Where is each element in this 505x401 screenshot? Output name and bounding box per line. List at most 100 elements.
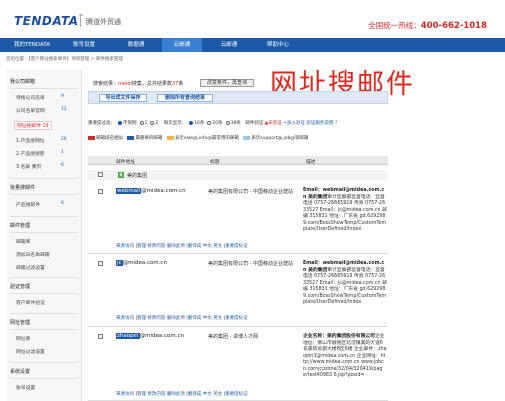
sidebar-item-mail-filter[interactable]: 邮箱过滤设置: [16, 264, 45, 271]
translate-zh-link[interactable]: 中文: [203, 316, 212, 321]
legend-swatch-blue: [127, 135, 135, 140]
row-actions: 来源访问 |管理 修改内容 删除此项 |翻译成 中文 英文 |重要度标记: [116, 244, 248, 249]
sidebar-count: 6: [61, 201, 64, 206]
sidebar-item-mailbox-lib[interactable]: 邮箱库: [16, 238, 30, 245]
sidebar-item-product-mail[interactable]: 产品搜邮件: [16, 201, 40, 208]
radio-per-page-16[interactable]: [189, 120, 194, 125]
radio-per-page-20[interactable]: [207, 120, 212, 125]
divider: [10, 194, 78, 195]
sidebar-section-title: 验证管理: [10, 284, 31, 290]
delete-link[interactable]: 删除此项: [167, 244, 185, 249]
delete-all-button[interactable]: 删除所有查询结果: [157, 94, 213, 102]
radio-2[interactable]: [150, 120, 155, 125]
table-header: 邮件地址 标题 描述: [88, 156, 388, 165]
source-link[interactable]: 来源访问: [116, 392, 134, 397]
email-address[interactable]: webmail@midea.com.cn: [116, 188, 186, 194]
radio-unlimited[interactable]: [118, 120, 122, 125]
edit-link[interactable]: 修改内容: [147, 316, 165, 321]
row-title: 美的集团有限公司 - 中国移动企业建站: [208, 189, 293, 195]
row-description: 企业名称：美的集团股份有限公司企业地址：佛山市顺德区北滘镇美的大道6号美的总部大…: [303, 334, 387, 378]
translate-zh-link[interactable]: 中文: [203, 392, 212, 397]
row-title: 美的集团有限公司 - 中国移动企业建站: [208, 261, 293, 267]
header: TENDATA™ 腾道外贸通 全国统一热线：400-662-1018: [0, 0, 505, 38]
manage-link[interactable]: 管理: [137, 244, 146, 249]
divider: [10, 293, 78, 294]
translate-en-link[interactable]: 英文: [213, 392, 222, 397]
sidebar-item-url-search[interactable]: 网址搜邮件 19: [14, 121, 52, 130]
row-description: Email：webmail@midea.com.cn 美的集团审计监察部监督电话…: [303, 188, 387, 232]
sidebar-item-verify[interactable]: 客户邮件验证: [16, 299, 45, 306]
row-checkbox[interactable]: [98, 189, 103, 194]
sidebar-count: 6: [61, 163, 64, 168]
importance-link[interactable]: 重要度标记: [225, 316, 248, 321]
row-checkbox[interactable]: [98, 261, 103, 266]
add-verify-link[interactable]: +加入验证: [283, 121, 305, 126]
verify-help-link[interactable]: 验证服务说明: [306, 121, 333, 126]
group-icon: 美: [118, 172, 124, 178]
help-icon[interactable]: ?: [335, 121, 337, 126]
sidebar-item-pending[interactable]: 待搜公司名单: [16, 94, 45, 101]
change-condition-button[interactable]: 改变条件，再查询: [200, 79, 254, 87]
sidebar-item-account-settings[interactable]: 账号设置: [16, 384, 35, 391]
importance-link[interactable]: 重要度标记: [225, 244, 248, 249]
radio-1[interactable]: [139, 120, 144, 125]
group-checkbox[interactable]: [98, 172, 103, 177]
manage-link[interactable]: 管理: [137, 392, 146, 397]
sidebar-item-product-url[interactable]: 1.产品搜网址: [16, 137, 45, 144]
sidebar-item-company-site[interactable]: 公司名单官网: [16, 107, 45, 114]
sidebar-item-whitelist[interactable]: 添加白名单邮箱: [16, 251, 50, 258]
legend-swatch-red: [88, 135, 95, 140]
email-address[interactable]: jc@midea.com.cn: [116, 260, 167, 266]
divider: [10, 313, 78, 314]
importance-link[interactable]: 重要度标记: [225, 392, 248, 397]
manage-link[interactable]: 管理: [137, 316, 146, 321]
col-header-title: 标题: [210, 160, 220, 165]
translate-en-link[interactable]: 英文: [213, 316, 222, 321]
edit-link[interactable]: 修改内容: [147, 392, 165, 397]
sidebar-section-title: 网址管理: [10, 320, 31, 326]
translate-zh-link[interactable]: 中文: [203, 244, 212, 249]
divider: [10, 329, 78, 330]
breadcrumb: 您的位置：【客户网址搜索邮件】项目管理 > 邮件搜索管理: [6, 57, 123, 62]
divider: [10, 88, 78, 89]
sidebar-count: 9: [61, 94, 64, 99]
delete-link[interactable]: 删除此项: [167, 392, 185, 397]
row-description: Email：webmail@midea.com.cn 美的集团审计监察部监督电话…: [303, 261, 387, 305]
nav-item-help[interactable]: 帮助中心: [253, 38, 303, 52]
nav-item-account[interactable]: 账号设置: [58, 38, 110, 52]
sidebar-section-title: 批量搜邮件: [10, 185, 36, 191]
sidebar-section-title: 系统设置: [10, 369, 31, 375]
table-row: zhaopin@midea.com.cn 美的集团 - 卓博人才网 企业名称：美…: [88, 328, 388, 401]
sidebar-item-product-search[interactable]: 2.产品搜搜索: [16, 150, 45, 157]
edit-link[interactable]: 修改内容: [147, 244, 165, 249]
logo-subtitle: 腾道外贸通: [86, 18, 121, 26]
search-status: 搜索结果：meidi搜集，总共结果数37条: [93, 81, 184, 87]
tendata-logo[interactable]: TENDATA™: [14, 14, 84, 28]
export-button[interactable]: 导出成文件保存: [99, 94, 147, 102]
legend-swatch-yellow: [166, 135, 174, 140]
delete-link[interactable]: 删除此项: [167, 316, 185, 321]
filter-bar: 重要度过滤： 不限制 1 2 每页显示： 16条 20条 38条 邮件验证 ▲未验证 +加入…: [88, 120, 338, 126]
nav-item-cloud-mail-2[interactable]: 云邮通: [205, 38, 253, 52]
nav-item-cloud-mail[interactable]: 云邮通: [162, 38, 202, 52]
sidebar: 我公司邮箱 待搜公司名单 9 公司名单官网 12 网址搜邮件 19 1.产品搜网…: [6, 70, 82, 401]
divider: [10, 232, 78, 233]
row-checkbox[interactable]: [98, 334, 103, 339]
row-actions: 来源访问 |管理 修改内容 删除此项 |翻译成 中文 英文 |重要度标记: [116, 316, 248, 321]
translate-en-link[interactable]: 英文: [213, 244, 222, 249]
table-row: jc@midea.com.cn 美的集团有限公司 - 中国移动企业建站 Emai…: [88, 255, 388, 327]
nav-item-my-tendata[interactable]: 我的TENDATA: [6, 38, 58, 52]
sidebar-item-url-filter[interactable]: 网址过滤设置: [16, 348, 45, 355]
source-link[interactable]: 来源访问: [116, 316, 134, 321]
sidebar-item-url-lib[interactable]: 网址库: [16, 335, 30, 342]
sidebar-section-title: 我公司邮箱: [10, 79, 36, 85]
source-link[interactable]: 来源访问: [116, 244, 134, 249]
sidebar-item-directory[interactable]: 3.名录 黄页: [16, 163, 41, 170]
logo-divider: [80, 15, 81, 27]
row-title: 美的集团 - 卓博人才网: [208, 334, 258, 340]
translate-label: 翻译成: [187, 392, 202, 397]
nav-item-data[interactable]: 数据通: [110, 38, 162, 52]
divider: [10, 277, 78, 278]
email-address[interactable]: zhaopin@midea.com.cn: [116, 333, 184, 339]
radio-per-page-38[interactable]: [225, 120, 230, 125]
